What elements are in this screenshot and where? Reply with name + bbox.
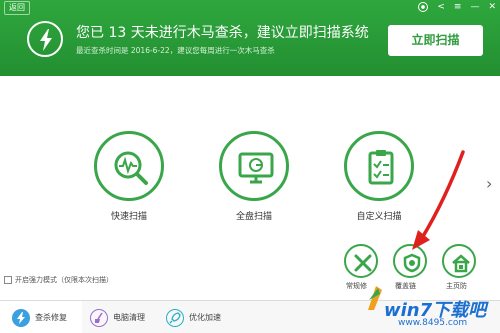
custom-scan-card[interactable]: 自定义扫描 <box>344 131 414 222</box>
lightning-shield-icon <box>12 308 30 327</box>
homepage-protect-label: 主页防 <box>446 282 467 290</box>
skin-icon[interactable] <box>418 2 429 12</box>
watermark-url: www.8495.com <box>398 318 468 328</box>
menu-icon[interactable]: ≡ <box>454 2 462 12</box>
tab-pc-cleanup[interactable]: 电脑清理 <box>90 301 160 333</box>
win7-logo-icon <box>368 286 382 310</box>
tab-optimize-label: 优化加速 <box>189 313 221 322</box>
power-mode-checkbox[interactable] <box>4 276 12 284</box>
monitor-icon <box>219 131 289 201</box>
scan-now-button[interactable]: 立即扫描 <box>388 25 483 56</box>
header-banner: 返回 < ≡ — ✕ 您已 13 天未进行木马查杀，建议立即扫描系统 最近查杀时… <box>0 0 500 76</box>
back-button[interactable]: 返回 <box>4 1 30 15</box>
tab-optimize[interactable]: 优化加速 <box>166 301 236 333</box>
power-mode-label: 开启强力模式（仅限本次扫描） <box>15 276 113 284</box>
close-icon[interactable]: ✕ <box>488 2 496 12</box>
quick-scan-label: 快速扫描 <box>110 212 147 222</box>
lightning-icon <box>27 21 63 57</box>
window-controls: < ≡ — ✕ <box>418 2 496 12</box>
tab-scan-repair-label: 查杀修复 <box>35 313 67 322</box>
chevron-right-icon[interactable]: › <box>486 176 492 192</box>
homepage-protect-button[interactable] <box>442 244 476 278</box>
custom-scan-label: 自定义扫描 <box>356 212 402 222</box>
rocket-icon <box>166 308 184 327</box>
full-scan-label: 全盘扫描 <box>235 212 272 222</box>
home-lock-icon <box>452 254 470 273</box>
share-icon[interactable]: < <box>437 2 445 12</box>
scan-reminder-title: 您已 13 天未进行木马查杀，建议立即扫描系统 <box>76 25 369 41</box>
magnifier-pulse-icon <box>94 131 164 201</box>
tab-scan-repair[interactable]: 查杀修复 <box>0 301 82 333</box>
wrench-screwdriver-icon <box>354 254 372 272</box>
quick-scan-card[interactable]: 快速扫描 <box>94 131 164 222</box>
shield-recycle-label: 覆盖链 <box>395 282 416 290</box>
minimize-icon[interactable]: — <box>470 2 479 12</box>
clipboard-check-icon <box>344 131 414 201</box>
routine-fix-button[interactable] <box>344 244 378 278</box>
shield-recycle-button[interactable] <box>393 244 427 278</box>
tab-pc-cleanup-label: 电脑清理 <box>113 313 145 322</box>
full-scan-card[interactable]: 全盘扫描 <box>219 131 289 222</box>
shield-recycle-icon <box>403 253 421 273</box>
last-scan-info: 最近查杀时间是 2016-6-22，建议您每周进行一次木马查杀 <box>76 46 275 55</box>
routine-fix-label: 常规修 <box>346 282 367 290</box>
power-mode-option[interactable]: 开启强力模式（仅限本次扫描） <box>4 275 113 285</box>
broom-icon <box>90 308 108 327</box>
